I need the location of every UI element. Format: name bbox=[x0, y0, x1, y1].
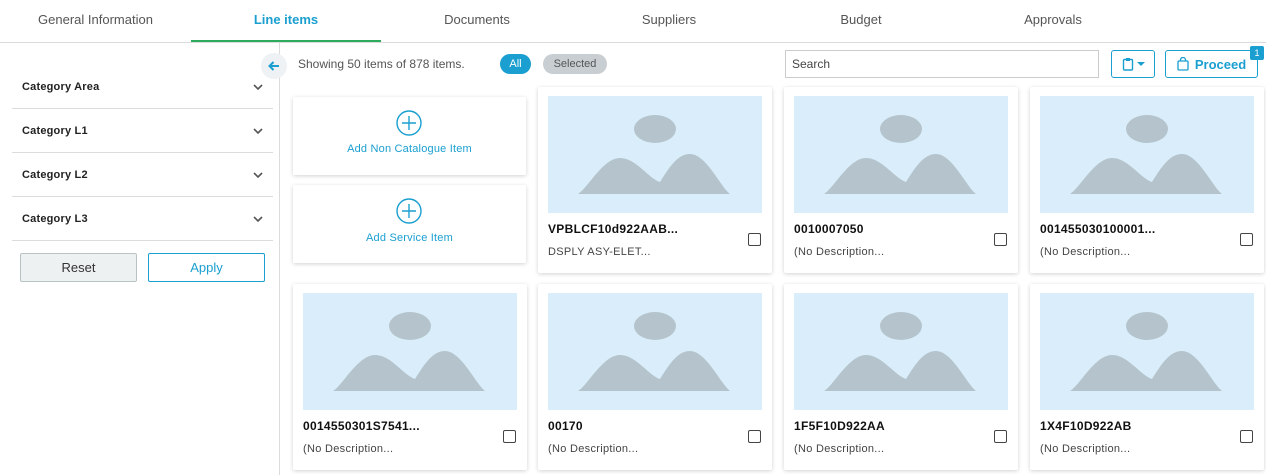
image-placeholder-icon bbox=[303, 293, 517, 410]
image-placeholder-icon bbox=[794, 293, 1008, 410]
chevron-down-icon bbox=[253, 171, 263, 178]
chevron-down-icon bbox=[253, 83, 263, 90]
filter-category-l2[interactable]: Category L2 bbox=[12, 153, 273, 197]
clipboard-icon bbox=[1122, 58, 1133, 71]
arrow-left-icon bbox=[268, 61, 279, 71]
tab-general-information[interactable]: General Information bbox=[0, 0, 191, 42]
item-code: 1X4F10D922AB bbox=[1040, 419, 1132, 433]
apply-button[interactable]: Apply bbox=[148, 253, 265, 282]
item-card[interactable]: 1X4F10D922AB (No Description... bbox=[1030, 284, 1264, 470]
chevron-down-icon bbox=[253, 215, 263, 222]
item-select-checkbox[interactable] bbox=[748, 233, 761, 246]
filter-label: Category L2 bbox=[22, 168, 88, 181]
item-card[interactable]: 001455030100001... (No Description... bbox=[1030, 87, 1264, 273]
shopping-bag-icon bbox=[1177, 57, 1189, 71]
item-select-checkbox[interactable] bbox=[994, 430, 1007, 443]
filter-label: Category Area bbox=[22, 80, 100, 93]
item-code: 1F5F10D922AA bbox=[794, 419, 885, 433]
tab-budget[interactable]: Budget bbox=[765, 0, 957, 42]
item-code: 001455030100001... bbox=[1040, 222, 1156, 236]
item-card[interactable]: 0014550301S7541... (No Description... bbox=[293, 284, 527, 470]
image-placeholder-icon bbox=[794, 96, 1008, 213]
filter-category-l3[interactable]: Category L3 bbox=[12, 197, 273, 241]
tab-suppliers[interactable]: Suppliers bbox=[573, 0, 765, 42]
add-card-label: Add Service Item bbox=[366, 232, 453, 244]
item-card[interactable]: 0010007050 (No Description... bbox=[784, 87, 1018, 273]
caret-down-icon bbox=[1136, 62, 1145, 66]
item-code: 00170 bbox=[548, 419, 583, 433]
item-description: (No Description... bbox=[794, 246, 885, 258]
item-select-checkbox[interactable] bbox=[1240, 430, 1253, 443]
item-card[interactable]: VPBLCF10d922AAB... DSPLY ASY-ELET... bbox=[538, 87, 772, 273]
filter-category-area[interactable]: Category Area bbox=[12, 65, 273, 109]
filter-category-l1[interactable]: Category L1 bbox=[12, 109, 273, 153]
image-placeholder-icon bbox=[1040, 96, 1254, 213]
tab-bar: General Information Line items Documents… bbox=[0, 0, 1266, 43]
add-non-catalogue-item-card[interactable]: Add Non Catalogue Item bbox=[293, 97, 526, 175]
plus-circle-icon bbox=[396, 110, 422, 136]
item-description: (No Description... bbox=[1040, 246, 1131, 258]
filter-all-pill[interactable]: All bbox=[500, 54, 531, 74]
cart-count-badge: 1 bbox=[1250, 46, 1264, 60]
image-placeholder-icon bbox=[548, 293, 762, 410]
item-code: 0014550301S7541... bbox=[303, 419, 420, 433]
tab-line-items[interactable]: Line items bbox=[191, 0, 381, 42]
item-select-checkbox[interactable] bbox=[748, 430, 761, 443]
item-select-checkbox[interactable] bbox=[503, 430, 516, 443]
collapse-sidebar-button[interactable] bbox=[261, 53, 287, 79]
image-placeholder-icon bbox=[548, 96, 762, 213]
item-description: (No Description... bbox=[1040, 443, 1131, 455]
add-service-item-card[interactable]: Add Service Item bbox=[293, 185, 526, 263]
filter-label: Category L3 bbox=[22, 212, 88, 225]
filter-label: Category L1 bbox=[22, 124, 88, 137]
attachment-dropdown-button[interactable] bbox=[1111, 50, 1155, 78]
plus-circle-icon bbox=[396, 198, 422, 224]
item-code: VPBLCF10d922AAB... bbox=[548, 222, 679, 236]
item-code: 0010007050 bbox=[794, 222, 864, 236]
item-card[interactable]: 1F5F10D922AA (No Description... bbox=[784, 284, 1018, 470]
reset-button[interactable]: Reset bbox=[20, 253, 137, 282]
search-input[interactable] bbox=[785, 50, 1099, 78]
item-card[interactable]: 00170 (No Description... bbox=[538, 284, 772, 470]
item-description: DSPLY ASY-ELET... bbox=[548, 246, 651, 258]
proceed-label: Proceed bbox=[1194, 56, 1247, 72]
filter-selected-pill[interactable]: Selected bbox=[543, 54, 607, 74]
item-select-checkbox[interactable] bbox=[994, 233, 1007, 246]
item-description: (No Description... bbox=[548, 443, 639, 455]
item-select-checkbox[interactable] bbox=[1240, 233, 1253, 246]
item-description: (No Description... bbox=[794, 443, 885, 455]
proceed-button[interactable]: Proceed bbox=[1165, 50, 1258, 78]
tab-approvals[interactable]: Approvals bbox=[957, 0, 1149, 42]
tab-documents[interactable]: Documents bbox=[381, 0, 573, 42]
items-count-text: Showing 50 items of 878 items. bbox=[298, 57, 465, 71]
filter-sidebar: Category Area Category L1 Category L2 Ca… bbox=[0, 43, 280, 475]
chevron-down-icon bbox=[253, 127, 263, 134]
item-description: (No Description... bbox=[303, 443, 394, 455]
add-card-label: Add Non Catalogue Item bbox=[347, 143, 472, 155]
image-placeholder-icon bbox=[1040, 293, 1254, 410]
